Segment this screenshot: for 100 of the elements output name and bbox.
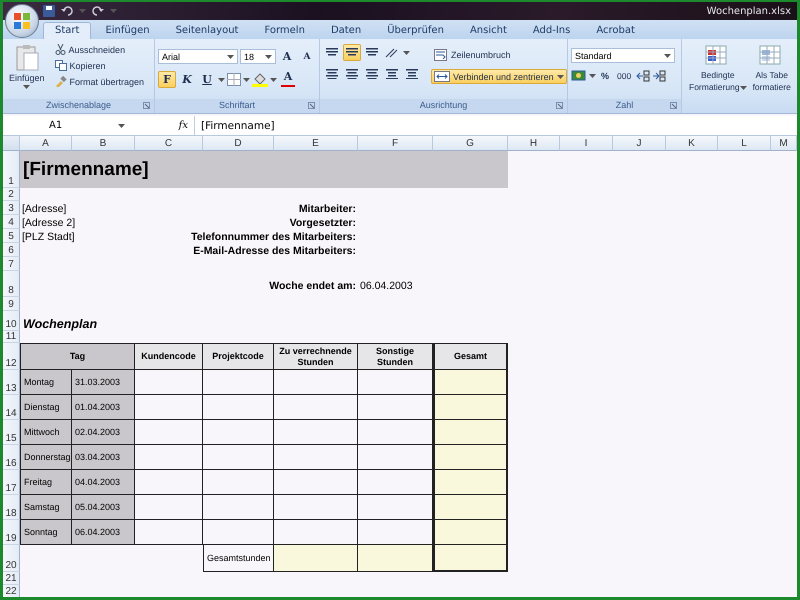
paste-button[interactable]: Einfügen [6, 42, 48, 99]
copy-button[interactable]: Kopieren [52, 58, 148, 73]
row-header[interactable]: 5 [3, 229, 20, 243]
ribbon-tab[interactable]: Add-Ins [520, 22, 582, 39]
painter-button[interactable]: Format übertragen [52, 74, 148, 89]
day-cell: Freitag [20, 470, 72, 495]
italic-button[interactable]: K [178, 71, 196, 88]
column-header[interactable]: H [508, 136, 560, 151]
row-header[interactable]: 14 [3, 395, 20, 420]
column-header[interactable]: I [560, 136, 613, 151]
day-cell: Samstag [20, 495, 72, 520]
row-header[interactable]: 8 [3, 271, 20, 297]
date-cell: 02.04.2003 [72, 420, 135, 445]
ribbon-tab[interactable]: Einfügen [93, 22, 162, 39]
row-header[interactable]: 6 [3, 243, 20, 257]
row-header[interactable]: 12 [3, 343, 20, 370]
number-format-field[interactable]: Standard [571, 48, 675, 63]
wrap-text-button[interactable]: Zeilenumbruch [431, 47, 567, 63]
vertical-align-button[interactable] [343, 44, 361, 61]
column-header[interactable]: L [718, 136, 771, 151]
percent-button[interactable]: % [598, 69, 612, 83]
caret-icon [218, 78, 225, 82]
row-header[interactable]: 21 [3, 572, 20, 585]
ribbon-tab[interactable]: Daten [318, 22, 374, 39]
column-header[interactable]: D [203, 136, 274, 151]
currency-icon[interactable] [571, 70, 587, 82]
column-header[interactable]: K [666, 136, 718, 151]
shrink-font-button[interactable]: A [298, 48, 316, 65]
row-header[interactable]: 18 [3, 495, 20, 520]
dialog-launcher-icon[interactable] [308, 102, 315, 109]
row-header[interactable]: 3 [3, 201, 20, 215]
ribbon-tab[interactable]: Acrobat [584, 22, 647, 39]
column-heading: Tag [20, 343, 135, 370]
row-header[interactable]: 13 [3, 370, 20, 395]
align-lines-icon [366, 48, 378, 58]
bold-button[interactable]: F [158, 71, 176, 88]
decrease-decimal-icon[interactable] [652, 70, 666, 82]
table-cell [135, 395, 203, 420]
copy-icon [54, 60, 67, 71]
table-format-button[interactable]: Als Tabe formatiere [750, 42, 793, 113]
group-label: Zahl [616, 100, 634, 110]
column-header[interactable]: G [433, 136, 508, 151]
date-cell: 31.03.2003 [72, 370, 135, 395]
borders-icon[interactable] [227, 73, 241, 86]
ribbon-tab[interactable]: Formeln [252, 22, 317, 39]
redo-icon[interactable] [92, 6, 104, 16]
row-header[interactable]: 11 [3, 331, 20, 343]
row-header[interactable]: 16 [3, 445, 20, 470]
cut-button[interactable]: Ausschneiden [52, 42, 148, 57]
ribbon-tab[interactable]: Start [43, 22, 92, 39]
column-header[interactable]: F [358, 136, 433, 151]
row-header[interactable]: 9 [3, 297, 20, 311]
column-heading: Sonstige Stunden [358, 343, 433, 370]
undo-icon[interactable] [61, 6, 73, 16]
column-header[interactable]: M [771, 136, 797, 151]
merge-center-button[interactable]: Verbinden und zentrieren [431, 69, 567, 84]
row-header[interactable]: 19 [3, 520, 20, 545]
align-lines-icon [326, 48, 338, 58]
row-header[interactable]: 17 [3, 470, 20, 495]
day-cell: Montag [20, 370, 72, 395]
grow-font-button[interactable]: A [278, 48, 296, 65]
field-label: Mitarbeiter: [298, 202, 357, 215]
dialog-launcher-icon[interactable] [556, 102, 563, 109]
align-lines-icon [366, 68, 378, 78]
row-header[interactable]: 10 [3, 311, 20, 331]
row-header[interactable]: 1 [3, 151, 20, 188]
office-button[interactable] [5, 4, 39, 38]
font-size-field[interactable]: 18 [240, 49, 276, 64]
column-header[interactable]: A [20, 136, 72, 151]
increase-decimal-icon[interactable] [636, 70, 650, 82]
row-header[interactable]: 20 [3, 545, 20, 572]
row-header[interactable]: 2 [3, 188, 20, 201]
caret-icon [243, 78, 250, 82]
office-logo-icon [13, 12, 31, 30]
dialog-launcher-icon[interactable] [143, 102, 150, 109]
column-header[interactable]: C [135, 136, 203, 151]
ribbon-tab[interactable]: Ansicht [458, 22, 519, 39]
underline-button[interactable]: U [198, 71, 216, 88]
font-color-button[interactable]: A [279, 71, 297, 88]
day-cell: Sonntag [20, 520, 72, 545]
ribbon-tab[interactable]: Seitenlayout [164, 22, 250, 39]
column-header[interactable]: J [613, 136, 666, 151]
row-header[interactable]: 22 [3, 585, 20, 597]
indent-icon [386, 68, 398, 78]
conditional-format-button[interactable]: Bedingte Formatierung [687, 42, 749, 113]
column-header[interactable]: B [72, 136, 135, 151]
row-header[interactable]: 15 [3, 420, 20, 445]
row-header[interactable]: 4 [3, 215, 20, 229]
dialog-launcher-icon[interactable] [670, 102, 677, 109]
date-cell: 01.04.2003 [72, 395, 135, 420]
fill-color-icon[interactable] [252, 72, 268, 86]
save-icon[interactable] [43, 5, 55, 17]
group-label: Schriftart [218, 100, 255, 110]
column-header[interactable]: E [274, 136, 358, 151]
thousands-button[interactable]: 000 [614, 69, 634, 83]
ribbon-tab[interactable]: Überprüfen [375, 22, 456, 39]
font-name-field[interactable]: Arial [158, 49, 238, 64]
address-line: [Adresse 2] [21, 216, 76, 229]
row-header[interactable]: 7 [3, 257, 20, 271]
clipboard-icon [14, 44, 40, 72]
